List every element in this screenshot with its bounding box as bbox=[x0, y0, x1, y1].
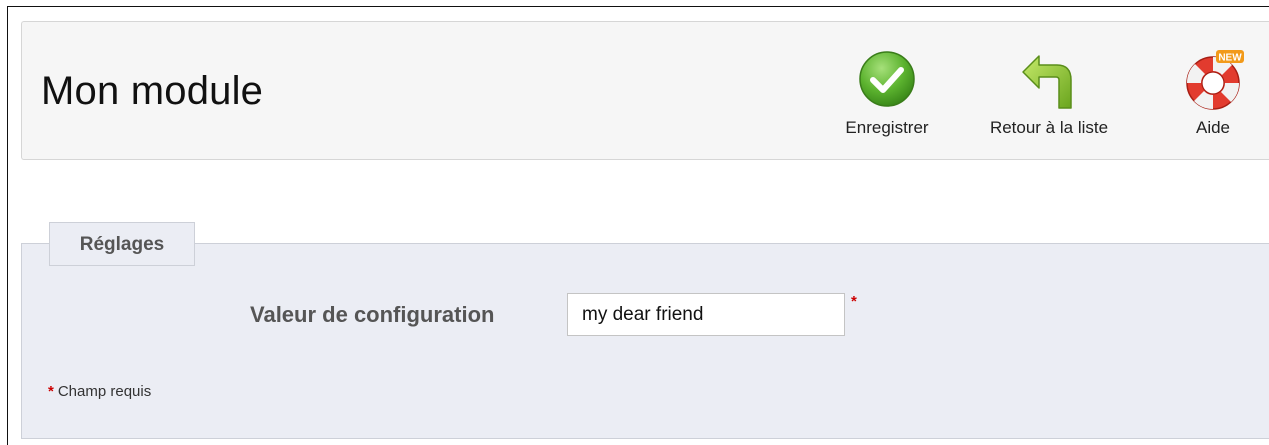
page-title: Mon module bbox=[41, 69, 264, 113]
check-circle-icon bbox=[858, 50, 916, 113]
return-arrow-icon bbox=[1019, 50, 1079, 115]
help-button[interactable]: NEW Aide bbox=[1167, 22, 1259, 161]
config-value-input[interactable] bbox=[567, 293, 845, 336]
settings-fieldset bbox=[21, 243, 1269, 439]
required-note: * Champ requis bbox=[48, 383, 151, 400]
back-button-label: Retour à la liste bbox=[989, 118, 1109, 137]
save-button-label: Enregistrer bbox=[845, 118, 929, 137]
required-note-marker: * bbox=[48, 383, 54, 400]
help-button-label: Aide bbox=[1195, 118, 1231, 137]
page-header-toolbar: Mon module Enregistrer Retour à la liste… bbox=[21, 21, 1269, 160]
settings-legend: Réglages bbox=[49, 222, 195, 266]
required-marker: * bbox=[851, 293, 857, 310]
save-button[interactable]: Enregistrer bbox=[825, 22, 949, 161]
lifebuoy-icon: NEW bbox=[1182, 50, 1244, 117]
config-value-label: Valeur de configuration bbox=[250, 302, 495, 327]
required-note-text: Champ requis bbox=[57, 383, 152, 400]
back-to-list-button[interactable]: Retour à la liste bbox=[964, 22, 1134, 161]
new-badge: NEW bbox=[1218, 53, 1242, 64]
